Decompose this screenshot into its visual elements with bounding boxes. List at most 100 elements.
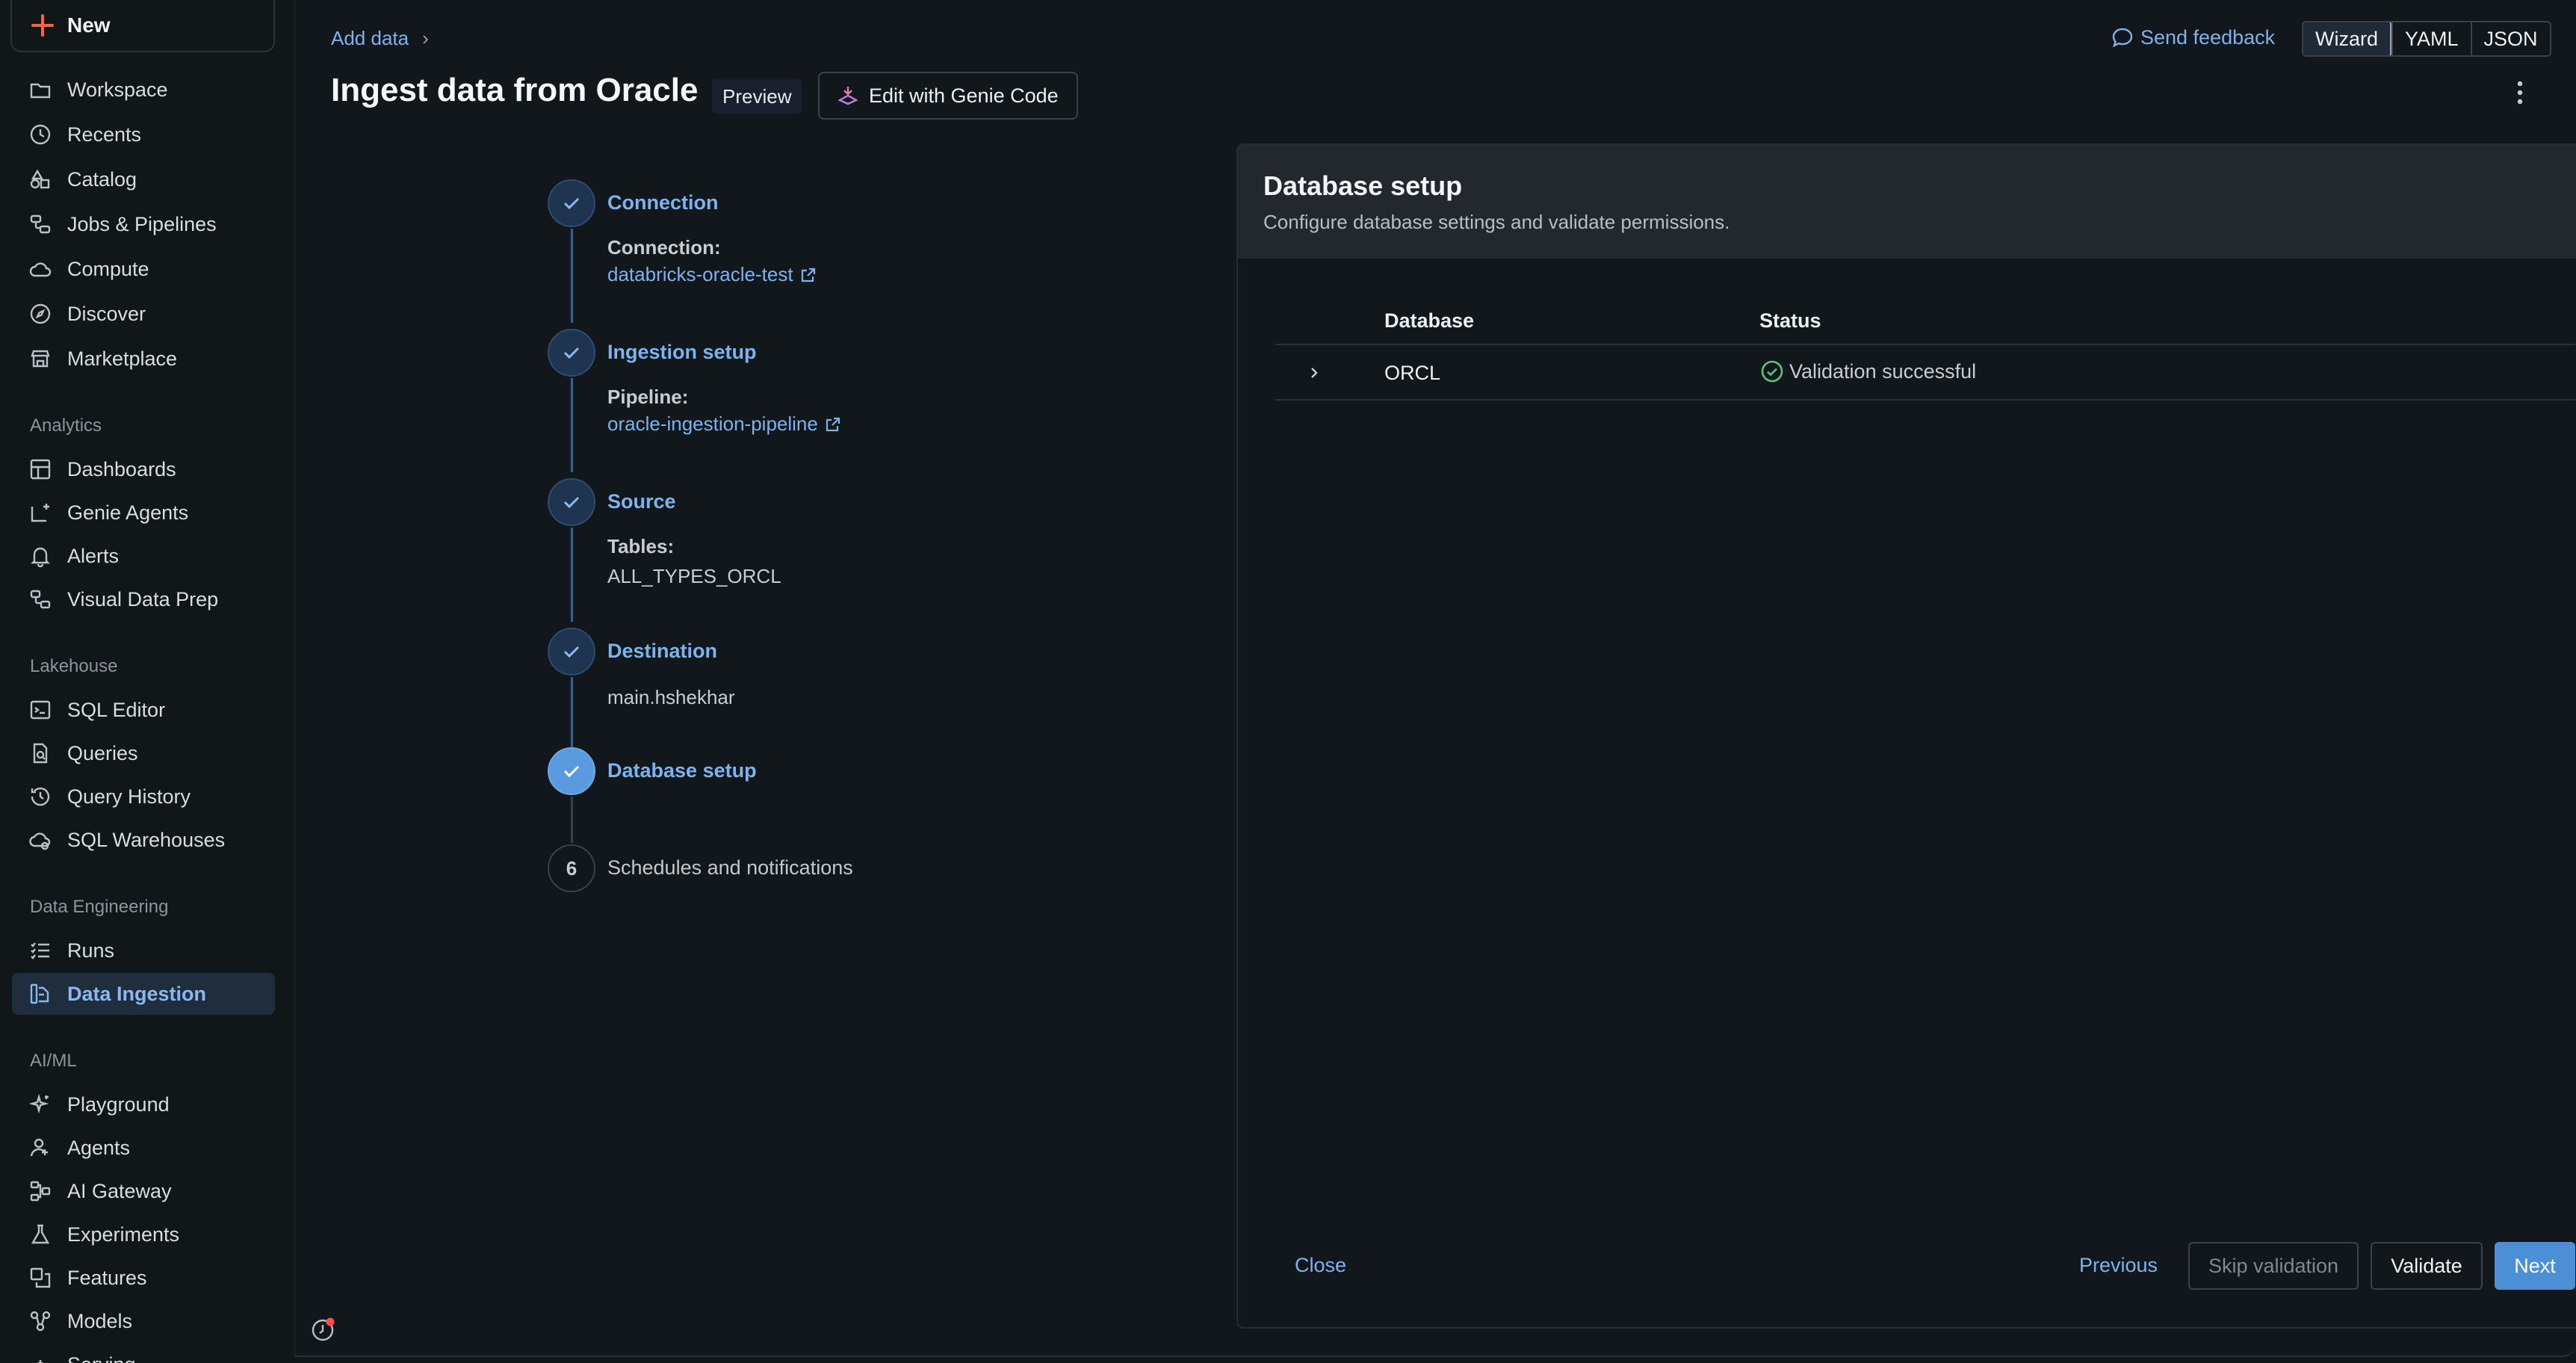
step-destination-value: main.hshekhar [607, 686, 735, 708]
section-analytics: Analytics [30, 415, 102, 436]
close-button[interactable]: Close [1295, 1254, 1346, 1277]
sidebar-item-visual-data-prep[interactable]: Visual Data Prep [12, 578, 275, 620]
pipeline-link-text: oracle-ingestion-pipeline [607, 412, 818, 435]
sidebar-item-label: SQL Editor [67, 698, 166, 721]
database-setup-card: Database setup Configure database settin… [1236, 143, 2576, 1329]
sidebar-item-sql-warehouses[interactable]: SQL Warehouses [12, 819, 275, 861]
genie-code-icon [837, 87, 858, 105]
step-ingestion-title[interactable]: Ingestion setup [607, 341, 757, 364]
step-database-title[interactable]: Database setup [607, 759, 757, 782]
sidebar-item-label: Models [67, 1309, 133, 1332]
sidebar-item-data-ingestion[interactable]: Data Ingestion [12, 973, 275, 1015]
column-status: Status [1759, 309, 1821, 332]
sidebar-item-dashboards[interactable]: Dashboards [12, 448, 275, 490]
sparkle-icon [28, 1093, 49, 1114]
sidebar-item-queries[interactable]: Queries [12, 732, 275, 774]
step-connector [571, 229, 573, 323]
kebab-menu-icon[interactable] [2512, 78, 2527, 108]
breadcrumb-add-data[interactable]: Add data [331, 27, 409, 50]
sidebar-item-ai-gateway[interactable]: AI Gateway [12, 1170, 275, 1212]
sidebar-item-label: Discover [67, 302, 146, 325]
sidebar-item-experiments[interactable]: Experiments [12, 1214, 275, 1255]
dashboard-icon [30, 459, 51, 480]
step-connector [571, 677, 573, 749]
check-circle-icon [1761, 360, 1783, 383]
sidebar-item-query-history[interactable]: Query History [12, 776, 275, 818]
step-database-check[interactable] [548, 747, 595, 795]
sidebar-item-label: Runs [67, 939, 115, 962]
step-connection-check[interactable] [548, 179, 595, 227]
next-button[interactable]: Next [2495, 1242, 2575, 1290]
step-connection-title[interactable]: Connection [607, 191, 719, 214]
sidebar-item-serving[interactable]: Serving [12, 1344, 275, 1363]
table-header: Database Status [1275, 302, 2575, 345]
section-data-engineering: Data Engineering [30, 897, 169, 917]
edit-with-genie-button[interactable]: Edit with Genie Code [818, 72, 1078, 120]
cloud-icon [29, 262, 52, 277]
step-connector [571, 528, 573, 622]
sidebar-item-label: Dashboards [67, 457, 176, 480]
bell-icon [31, 547, 50, 568]
app-root: New Workspace Recents Catalog Jobs & Pip… [0, 0, 2576, 1363]
activity-clock-icon[interactable] [309, 1317, 336, 1344]
step-ingestion-check[interactable] [548, 329, 595, 377]
sidebar-item-discover[interactable]: Discover [12, 293, 275, 335]
step-destination-title[interactable]: Destination [607, 640, 717, 663]
sidebar-item-agents[interactable]: Agents [12, 1127, 275, 1169]
step-source-check[interactable] [548, 478, 595, 526]
sidebar-item-catalog[interactable]: Catalog [12, 158, 275, 200]
mode-wizard[interactable]: Wizard [2303, 22, 2392, 55]
card-description: Configure database settings and validate… [1263, 211, 1730, 233]
mode-yaml[interactable]: YAML [2391, 22, 2471, 55]
chevron-right-icon[interactable] [1305, 362, 1323, 384]
step-schedules-number[interactable]: 6 [548, 844, 595, 892]
store-icon [31, 350, 50, 368]
step-source-title[interactable]: Source [607, 490, 676, 513]
validate-button[interactable]: Validate [2371, 1242, 2483, 1290]
connection-link[interactable]: databricks-oracle-test [607, 263, 817, 286]
sidebar-item-genie-agents[interactable]: Genie Agents [12, 492, 275, 534]
sidebar-item-recents[interactable]: Recents [12, 114, 275, 155]
sidebar-item-label: AI Gateway [67, 1179, 172, 1202]
section-lakehouse: Lakehouse [30, 656, 118, 676]
jobs-icon [30, 214, 51, 234]
sidebar-item-alerts[interactable]: Alerts [12, 535, 275, 577]
card-title: Database setup [1263, 170, 1463, 201]
mode-json[interactable]: JSON [2470, 22, 2550, 55]
step-connection-sub: Connection: [607, 236, 721, 259]
step-source-sub: Tables: [607, 535, 675, 557]
sidebar-item-runs[interactable]: Runs [12, 930, 275, 971]
warehouse-icon [29, 832, 51, 850]
table-row: ORCL Validation successful [1275, 347, 2575, 401]
sidebar-item-jobs[interactable]: Jobs & Pipelines [12, 203, 275, 245]
editor-mode-toggle: Wizard YAML JSON [2302, 21, 2551, 57]
card-header: Database setup Configure database settin… [1238, 145, 2576, 259]
sidebar-item-models[interactable]: Models [12, 1300, 275, 1342]
pipeline-link[interactable]: oracle-ingestion-pipeline [607, 412, 842, 436]
sidebar-item-marketplace[interactable]: Marketplace [12, 338, 275, 380]
new-button[interactable]: New [10, 0, 275, 52]
sidebar-item-label: Queries [67, 741, 138, 764]
breadcrumb: Add data › [331, 27, 429, 50]
connection-link-text: databricks-oracle-test [607, 263, 793, 285]
chevron-right-icon: › [422, 27, 429, 49]
previous-button[interactable]: Previous [2079, 1254, 2158, 1277]
features-icon [30, 1267, 51, 1288]
serving-icon [37, 1360, 44, 1363]
sidebar-item-label: Jobs & Pipelines [67, 212, 217, 235]
send-feedback-link[interactable]: Send feedback [2111, 25, 2275, 49]
step-schedules-title[interactable]: Schedules and notifications [607, 856, 853, 880]
history-icon [31, 787, 50, 806]
sidebar-item-sql-editor[interactable]: SQL Editor [12, 689, 275, 731]
sidebar-item-compute[interactable]: Compute [12, 248, 275, 290]
check-icon [563, 765, 580, 778]
column-database: Database [1384, 309, 1475, 332]
skip-validation-button[interactable]: Skip validation [2188, 1242, 2359, 1290]
sidebar-item-features[interactable]: Features [12, 1257, 275, 1299]
step-destination-check[interactable] [548, 628, 595, 676]
new-button-label: New [67, 13, 111, 37]
sidebar-item-workspace[interactable]: Workspace [12, 69, 275, 111]
genie-icon [31, 504, 49, 522]
sidebar-item-playground[interactable]: Playground [12, 1084, 275, 1125]
queries-icon [33, 743, 48, 764]
